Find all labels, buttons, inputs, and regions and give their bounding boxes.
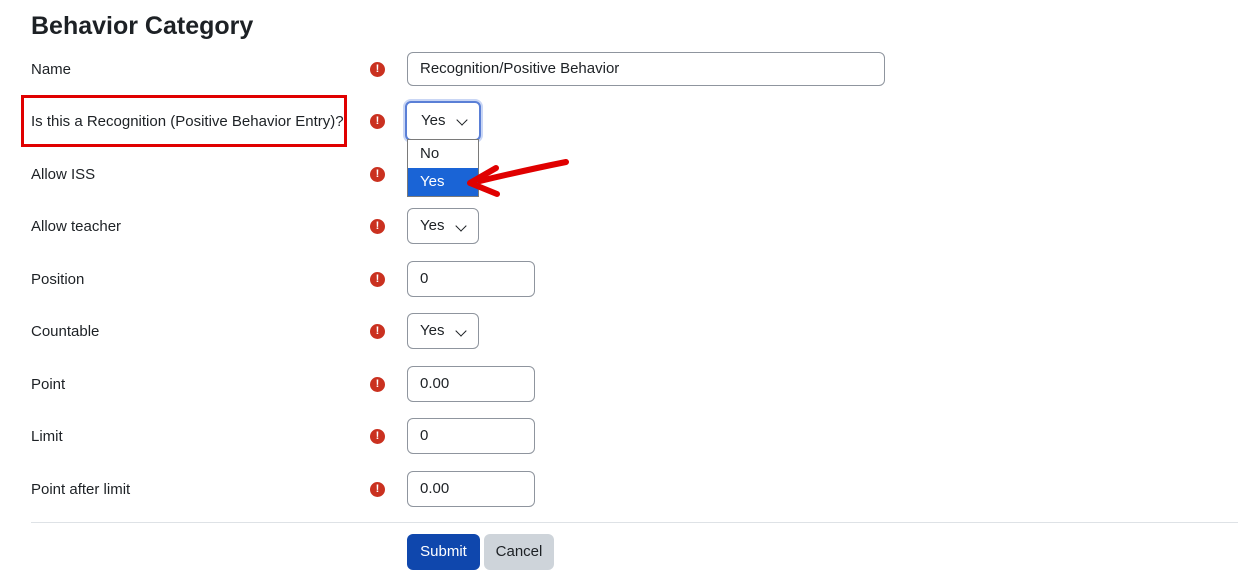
countable-select[interactable]: Yes (407, 313, 479, 349)
chevron-down-icon (456, 114, 468, 126)
select-value: Yes (421, 112, 446, 129)
required-icon: ! (370, 482, 385, 497)
point-after-limit-label: Point after limit (31, 481, 131, 498)
cancel-button[interactable]: Cancel (484, 534, 554, 570)
point-label: Point (31, 376, 66, 393)
required-icon: ! (370, 377, 385, 392)
point-after-limit-field[interactable]: 0.00 (407, 471, 535, 507)
limit-label: Limit (31, 428, 63, 445)
position-label: Position (31, 271, 85, 288)
chevron-down-icon (455, 325, 467, 337)
is-recognition-select[interactable]: Yes (405, 101, 481, 141)
page-title: Behavior Category (31, 12, 254, 40)
required-icon: ! (370, 324, 385, 339)
name-field[interactable]: Recognition/Positive Behavior (407, 52, 885, 86)
form-divider (31, 522, 1238, 523)
select-value: Yes (420, 217, 445, 234)
name-label: Name (31, 61, 72, 78)
allow-teacher-select[interactable]: Yes (407, 208, 479, 244)
required-icon: ! (370, 167, 385, 182)
submit-button[interactable]: Submit (407, 534, 480, 570)
required-icon: ! (370, 272, 385, 287)
limit-field[interactable]: 0 (407, 418, 535, 454)
position-field[interactable]: 0 (407, 261, 535, 297)
allow-teacher-label: Allow teacher (31, 218, 122, 235)
point-field[interactable]: 0.00 (407, 366, 535, 402)
required-icon: ! (370, 219, 385, 234)
countable-label: Countable (31, 323, 100, 340)
allow-iss-label: Allow ISS (31, 166, 96, 183)
annotation-arrow-icon (467, 159, 569, 197)
required-icon: ! (370, 62, 385, 77)
is-recognition-label: Is this a Recognition (Positive Behavior… (31, 113, 344, 130)
required-icon: ! (370, 429, 385, 444)
required-icon: ! (370, 114, 385, 129)
select-value: Yes (420, 322, 445, 339)
chevron-down-icon (455, 220, 467, 232)
